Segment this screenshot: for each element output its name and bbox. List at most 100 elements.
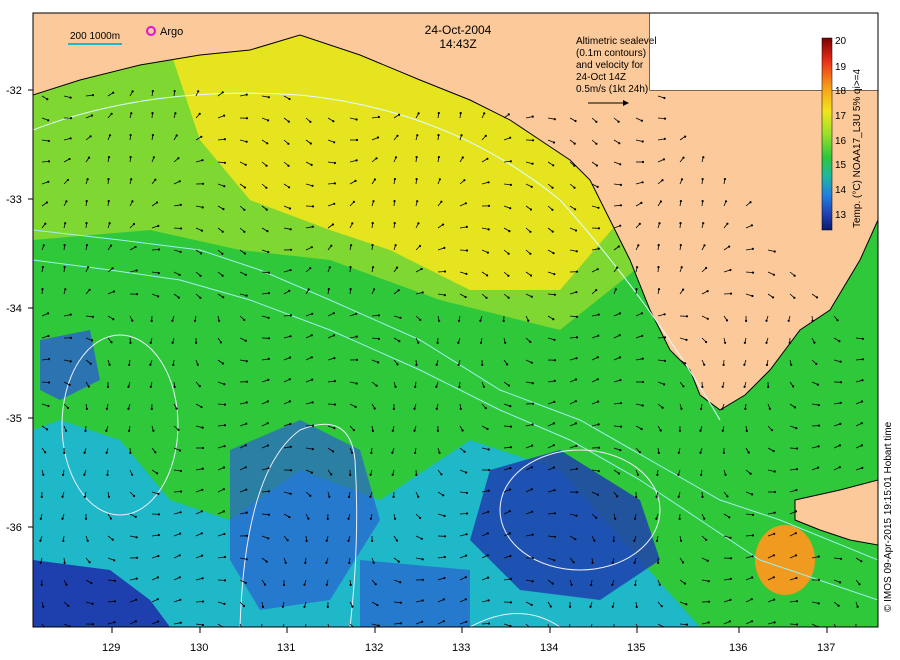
velocity-arrow-head xyxy=(68,157,71,161)
velocity-arrow-head xyxy=(659,200,663,203)
velocity-arrow-head xyxy=(149,385,152,388)
velocity-arrow-head xyxy=(377,115,380,119)
velocity-arrow-head xyxy=(156,576,159,579)
velocity-arrow-head xyxy=(772,554,776,557)
velocity-arrow-head xyxy=(685,603,688,606)
velocity-arrow-head xyxy=(151,134,154,137)
velocity-arrow-head xyxy=(509,405,512,408)
velocity-arrow-head xyxy=(66,178,69,182)
velocity-arrow-head xyxy=(289,422,292,425)
velocity-arrow-head xyxy=(309,267,312,270)
velocity-arrow-head xyxy=(149,363,152,366)
velocity-arrow-head xyxy=(178,449,182,452)
velocity-arrow-head xyxy=(728,516,731,519)
velocity-arrow-head xyxy=(267,96,270,99)
velocity-arrow-head xyxy=(417,222,420,225)
velocity-arrow-head xyxy=(242,604,246,608)
velocity-arrow-head xyxy=(42,605,45,608)
velocity-arrow-head xyxy=(552,422,556,425)
velocity-arrow-head xyxy=(421,578,425,581)
velocity-arrow-head xyxy=(373,288,376,291)
velocity-arrow-head xyxy=(530,603,533,607)
colorbar-tick: 18 xyxy=(835,86,847,97)
velocity-arrow-head xyxy=(658,222,661,225)
velocity-arrow-head xyxy=(223,138,226,141)
velocity-arrow-head xyxy=(486,427,489,431)
velocity-arrow-head xyxy=(91,339,94,342)
velocity-arrow-head xyxy=(198,112,201,115)
velocity-arrow-head xyxy=(85,222,88,225)
velocity-arrow-head xyxy=(355,382,358,385)
velocity-arrow-head xyxy=(817,555,820,558)
velocity-arrow-head xyxy=(178,576,181,579)
velocity-arrow-head xyxy=(750,598,753,601)
velocity-arrow-head xyxy=(617,120,620,123)
velocity-arrow-head xyxy=(307,517,310,520)
velocity-arrow-head xyxy=(154,451,157,454)
velocity-arrow-head xyxy=(377,361,380,364)
velocity-arrow-head xyxy=(157,554,160,558)
velocity-arrow-head xyxy=(266,444,270,447)
velocity-arrow xyxy=(261,623,263,627)
velocity-arrow-head xyxy=(41,266,45,269)
velocity-arrow-head xyxy=(575,270,579,273)
velocity-arrow-head xyxy=(64,222,67,225)
velocity-arrow-head xyxy=(487,228,490,231)
velocity-arrow-head xyxy=(595,164,599,167)
velocity-arrow-head xyxy=(530,361,534,364)
velocity-arrow-head xyxy=(201,182,205,185)
velocity-arrow-head xyxy=(310,163,313,166)
velocity-arrow-head xyxy=(415,473,418,476)
velocity-arrow-head xyxy=(179,598,182,601)
velocity-arrow-head xyxy=(391,451,394,454)
velocity-note-line: Altimetric sealevel xyxy=(576,36,657,47)
velocity-arrow-head xyxy=(529,230,532,233)
velocity-arrow-head xyxy=(721,385,724,388)
velocity-arrow-head xyxy=(69,137,72,140)
velocity-arrow-head xyxy=(817,466,820,469)
velocity-arrow-head xyxy=(243,186,246,189)
lon-label: 132 xyxy=(365,642,383,654)
velocity-arrow-head xyxy=(575,467,578,470)
velocity-arrow-head xyxy=(135,577,138,580)
velocity-arrow-head xyxy=(129,451,132,454)
velocity-arrow-head xyxy=(351,222,354,225)
velocity-arrow-head xyxy=(482,385,485,388)
velocity-arrow-head xyxy=(772,576,775,579)
velocity-arrow-head xyxy=(531,162,534,165)
velocity-arrow-head xyxy=(633,517,637,521)
velocity-arrow-head xyxy=(311,378,314,381)
velocity-arrow-head xyxy=(589,628,591,630)
velocity-arrow-head xyxy=(597,334,600,337)
velocity-arrow-head xyxy=(129,134,132,137)
velocity-arrow-head xyxy=(635,605,638,609)
velocity-arrow-head xyxy=(398,340,401,343)
velocity-arrow-head xyxy=(771,296,775,299)
velocity-arrow-head xyxy=(44,451,47,454)
velocity-arrow-head xyxy=(201,159,204,162)
velocity-arrow-head xyxy=(267,337,271,340)
velocity-arrow-head xyxy=(485,296,488,299)
velocity-arrow-head xyxy=(507,113,510,116)
velocity-arrow-head xyxy=(113,559,116,562)
velocity-arrow-head xyxy=(722,451,726,454)
velocity-arrow-head xyxy=(46,428,49,431)
velocity-arrow-head xyxy=(679,222,682,225)
velocity-arrow-head xyxy=(726,222,729,225)
velocity-arrow-head xyxy=(773,598,776,601)
velocity-arrow-head xyxy=(420,537,423,540)
velocity-arrow-head xyxy=(551,208,554,211)
velocity-arrow-head xyxy=(109,517,112,520)
velocity-arrow-head xyxy=(795,468,799,471)
velocity-arrow-head xyxy=(573,186,576,189)
velocity-arrow-head xyxy=(442,620,445,623)
velocity-arrow-head xyxy=(221,230,224,233)
velocity-arrow-head xyxy=(179,621,182,624)
velocity-arrow-head xyxy=(310,471,313,474)
velocity-arrow-head xyxy=(201,577,204,580)
velocity-arrow-head xyxy=(40,583,43,587)
lat-label: -34 xyxy=(6,303,22,315)
velocity-arrow-head xyxy=(89,362,92,365)
colorbar-tick: 17 xyxy=(835,111,847,122)
lat-axis: -32 -33 -34 -35 -36 xyxy=(6,85,33,534)
